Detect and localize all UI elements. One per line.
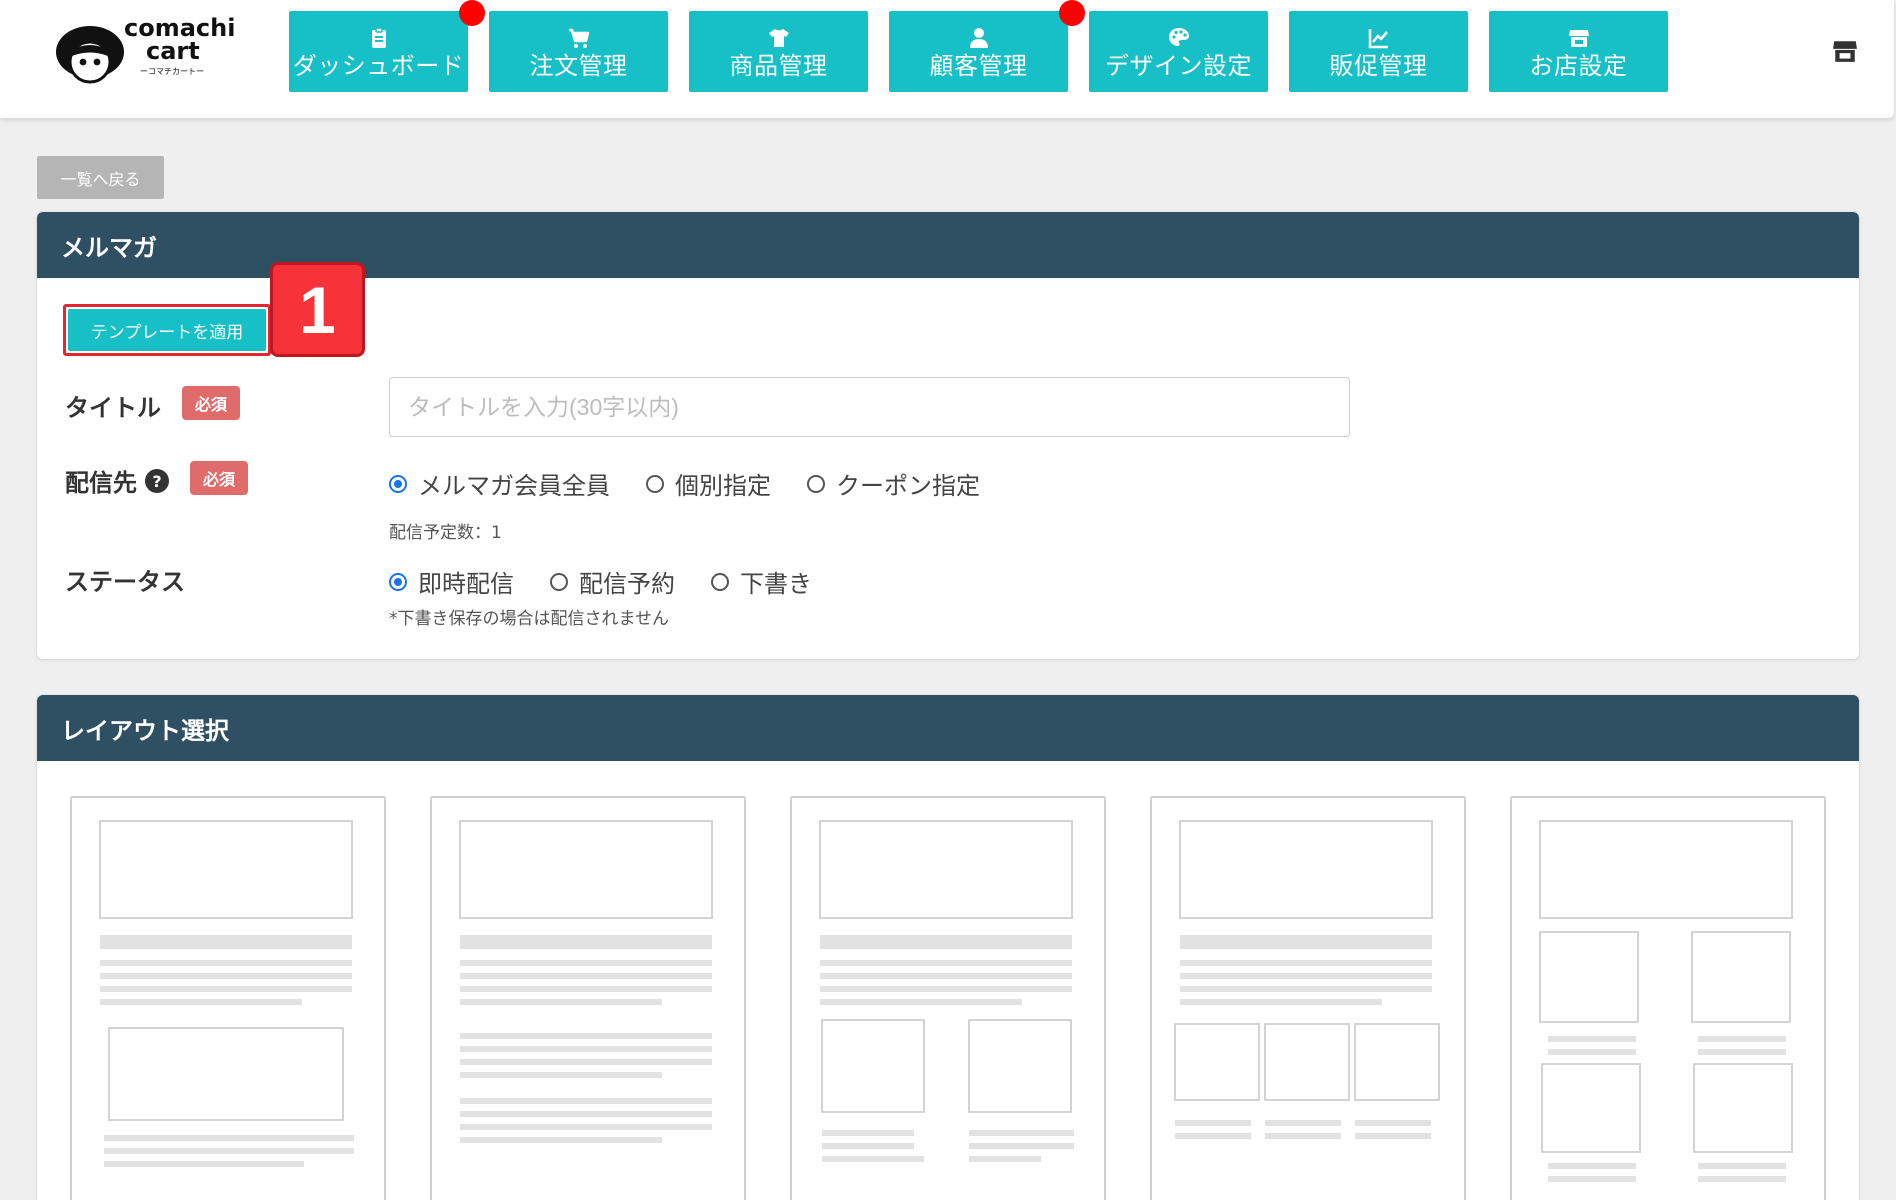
layout-option-5[interactable] <box>1510 796 1826 1200</box>
radio-selected[interactable] <box>389 474 407 493</box>
target-option-label: メルマガ会員全員 <box>418 472 610 500</box>
cart-icon <box>568 28 589 48</box>
layout-option-3[interactable] <box>790 796 1106 1200</box>
target-radio-group: メルマガ会員全員 個別指定 クーポン指定 <box>389 466 1016 501</box>
target-option-label: クーポン指定 <box>836 472 980 500</box>
nav-dashboard[interactable]: ダッシュボード <box>289 0 485 92</box>
layout-5-wireframe <box>1539 820 1793 1182</box>
status-option-label: 即時配信 <box>418 570 514 598</box>
radio-unselected[interactable] <box>807 474 825 493</box>
status-label: ステータス <box>65 568 185 596</box>
target-option-label: 個別指定 <box>675 472 771 500</box>
clipboard-icon <box>371 26 386 48</box>
status-option-scheduled[interactable]: 配信予約 <box>550 564 675 599</box>
back-to-list-button[interactable]: 一覧へ戻る <box>37 156 164 199</box>
status-note-text: *下書き保存の場合は配信されません <box>389 609 669 629</box>
status-option-draft[interactable]: 下書き <box>711 564 812 599</box>
status-radio-group: 即時配信 配信予約 下書き <box>389 564 848 599</box>
radio-selected[interactable] <box>389 572 407 591</box>
layout-1-wireframe <box>99 820 354 1167</box>
layout-3-wireframe <box>819 820 1074 1162</box>
layout-2-wireframe <box>459 820 713 1143</box>
layout-option-1[interactable] <box>70 796 386 1200</box>
main-nav: ダッシュボード 注文管理 商品管理 顧客管理 デザイン設定 販促管理 お店設定 <box>289 0 1668 92</box>
user-icon <box>969 27 988 48</box>
layout-panel-title: レイアウト選択 <box>61 716 229 745</box>
target-label: 配信先 <box>65 469 137 497</box>
nav-promotion[interactable]: 販促管理 <box>1289 11 1468 92</box>
nav-dashboard-label: ダッシュボード <box>292 51 465 80</box>
target-option-coupon[interactable]: クーポン指定 <box>807 466 980 501</box>
logo-text-line3: ーコマチカートー <box>140 67 204 76</box>
radio-unselected[interactable] <box>550 572 568 591</box>
required-badge: 必須 <box>182 386 241 420</box>
comachi-cart-logo[interactable]: comachi cart ーコマチカートー <box>48 16 238 86</box>
nav-shop-settings-label: お店設定 <box>1529 51 1628 80</box>
nav-promotion-label: 販促管理 <box>1329 51 1428 80</box>
nav-customers[interactable]: 顧客管理 <box>889 0 1085 92</box>
tshirt-icon <box>768 28 789 47</box>
notification-dot <box>459 0 485 26</box>
nav-products-label: 商品管理 <box>729 51 828 80</box>
layout-panel: レイアウト選択 <box>37 695 1859 1200</box>
notification-dot <box>1059 0 1085 26</box>
required-badge: 必須 <box>190 461 249 495</box>
nav-orders[interactable]: 注文管理 <box>489 11 668 92</box>
radio-unselected[interactable] <box>711 572 729 591</box>
layout-option-2[interactable] <box>430 796 746 1200</box>
mailmag-panel-title: メルマガ <box>61 233 157 262</box>
nav-products[interactable]: 商品管理 <box>689 11 868 92</box>
shop-icon <box>1568 29 1589 47</box>
nav-design-label: デザイン設定 <box>1105 51 1252 80</box>
nav-orders-label: 注文管理 <box>529 51 628 80</box>
store-icon[interactable] <box>1832 38 1858 64</box>
target-count-text: 配信予定数：1 <box>389 523 502 543</box>
layout-panel-header: レイアウト選択 <box>37 695 1859 761</box>
radio-unselected[interactable] <box>646 474 664 493</box>
status-option-label: 下書き <box>740 570 812 598</box>
target-option-individual[interactable]: 個別指定 <box>646 466 771 501</box>
mailmag-panel: メルマガ テンプレートを適用 1 タイトル 必須 配信先 ? 必須 メルマガ会員… <box>37 212 1859 659</box>
apply-template-button[interactable]: テンプレートを適用 <box>68 309 266 351</box>
status-option-immediate[interactable]: 即時配信 <box>389 564 514 599</box>
layout-4-wireframe <box>1174 820 1440 1139</box>
step-number-badge: 1 <box>270 262 365 357</box>
layout-options <box>70 796 1826 1200</box>
title-label: タイトル <box>65 394 161 422</box>
help-icon[interactable]: ? <box>145 469 169 493</box>
chart-line-icon <box>1368 28 1388 48</box>
title-input[interactable] <box>389 377 1350 437</box>
target-option-all-members[interactable]: メルマガ会員全員 <box>389 466 610 501</box>
logo-text-line2: cart <box>146 37 200 65</box>
nav-customers-label: 顧客管理 <box>929 51 1028 80</box>
nav-design[interactable]: デザイン設定 <box>1089 11 1268 92</box>
nav-shop-settings[interactable]: お店設定 <box>1489 11 1668 92</box>
status-option-label: 配信予約 <box>579 570 675 598</box>
layout-option-4[interactable] <box>1150 796 1466 1200</box>
palette-icon <box>1168 27 1189 46</box>
top-navigation-bar: comachi cart ーコマチカートー ダッシュボード 注文管理 商品管理 … <box>0 0 1894 118</box>
